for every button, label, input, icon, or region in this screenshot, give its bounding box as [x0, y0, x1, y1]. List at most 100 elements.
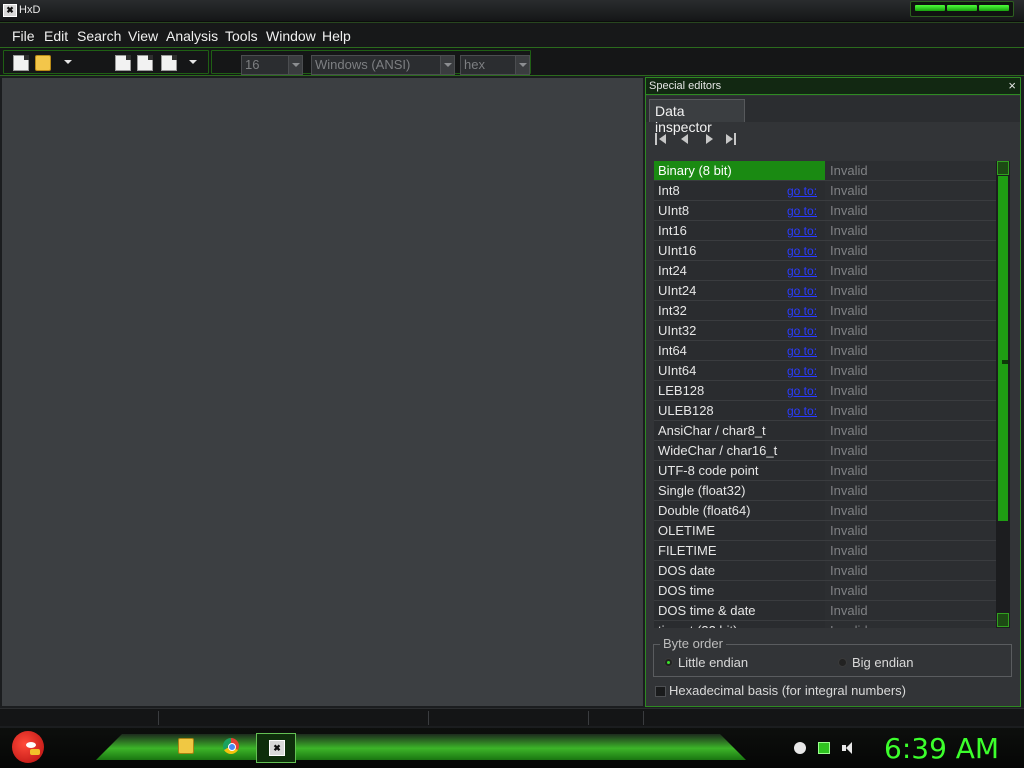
- inspector-row[interactable]: WideChar / char16_t Invalid: [654, 441, 996, 461]
- back-arrow-icon[interactable]: [794, 742, 806, 754]
- go-to-link[interactable]: go to:: [787, 404, 817, 418]
- inspector-row-value[interactable]: Invalid: [827, 461, 996, 480]
- inspector-row[interactable]: UInt64 go to: Invalid: [654, 361, 996, 381]
- scroll-thumb[interactable]: [998, 176, 1008, 521]
- menu-analysis[interactable]: Analysis: [166, 28, 218, 44]
- inspector-row-value[interactable]: Invalid: [827, 261, 996, 280]
- inspector-row-value[interactable]: Invalid: [827, 581, 996, 600]
- inspector-row-value[interactable]: Invalid: [827, 281, 996, 300]
- open-dropdown-arrow-icon[interactable]: [64, 60, 72, 64]
- go-to-link[interactable]: go to:: [787, 384, 817, 398]
- go-to-link[interactable]: go to:: [787, 244, 817, 258]
- taskbar-clock[interactable]: 6:39 AM: [884, 732, 999, 765]
- inspector-row-value[interactable]: Invalid: [827, 421, 996, 440]
- inspector-row[interactable]: UInt16 go to: Invalid: [654, 241, 996, 261]
- inspector-row-value[interactable]: Invalid: [827, 561, 996, 580]
- inspector-row[interactable]: ULEB128 go to: Invalid: [654, 401, 996, 421]
- inspector-row-value[interactable]: Invalid: [827, 501, 996, 520]
- inspector-row[interactable]: FILETIME Invalid: [654, 541, 996, 561]
- start-button[interactable]: [8, 729, 48, 766]
- inspector-row[interactable]: Int24 go to: Invalid: [654, 261, 996, 281]
- bytes-per-row-select[interactable]: 16: [241, 55, 303, 75]
- inspector-row-value[interactable]: Invalid: [827, 181, 996, 200]
- go-to-link[interactable]: go to:: [787, 204, 817, 218]
- inspector-row[interactable]: UInt8 go to: Invalid: [654, 201, 996, 221]
- chevron-down-icon[interactable]: [440, 56, 454, 74]
- inspector-row-value[interactable]: Invalid: [827, 241, 996, 260]
- inspector-row[interactable]: DOS time & date Invalid: [654, 601, 996, 621]
- inspector-row[interactable]: OLETIME Invalid: [654, 521, 996, 541]
- save-dropdown-arrow-icon[interactable]: [189, 60, 197, 64]
- inspector-row[interactable]: Binary (8 bit) Invalid: [654, 161, 996, 181]
- taskbar-hxd-button[interactable]: ✖: [256, 733, 296, 763]
- inspector-row-value[interactable]: Invalid: [827, 161, 996, 180]
- menu-tools[interactable]: Tools: [225, 28, 258, 44]
- last-icon[interactable]: [724, 132, 738, 146]
- window-controls[interactable]: [910, 1, 1014, 17]
- menu-edit[interactable]: Edit: [44, 28, 68, 44]
- inspector-row[interactable]: AnsiChar / char8_t Invalid: [654, 421, 996, 441]
- chrome-icon[interactable]: [223, 738, 239, 754]
- inspector-row[interactable]: LEB128 go to: Invalid: [654, 381, 996, 401]
- little-endian-radio[interactable]: [664, 658, 673, 667]
- scroll-up-icon[interactable]: [997, 161, 1009, 175]
- hxd-app-icon[interactable]: ✖: [3, 4, 17, 17]
- go-to-link[interactable]: go to:: [787, 224, 817, 238]
- go-to-link[interactable]: go to:: [787, 364, 817, 378]
- inspector-row[interactable]: UInt32 go to: Invalid: [654, 321, 996, 341]
- editor-work-area[interactable]: [2, 78, 643, 706]
- go-to-link[interactable]: go to:: [787, 344, 817, 358]
- inspector-row-value[interactable]: Invalid: [827, 481, 996, 500]
- chevron-down-icon[interactable]: [515, 56, 529, 74]
- offset-base-select[interactable]: hex: [460, 55, 530, 75]
- scroll-down-icon[interactable]: [997, 613, 1009, 627]
- menu-window[interactable]: Window: [266, 28, 316, 44]
- big-endian-radio[interactable]: [838, 658, 847, 667]
- inspector-row[interactable]: Single (float32) Invalid: [654, 481, 996, 501]
- menu-view[interactable]: View: [128, 28, 158, 44]
- previous-icon[interactable]: [678, 132, 692, 146]
- open-disk-icon[interactable]: [115, 55, 131, 71]
- open-file-icon[interactable]: [35, 55, 51, 71]
- network-icon[interactable]: [818, 742, 830, 754]
- inspector-row-value[interactable]: Invalid: [827, 381, 996, 400]
- close-icon[interactable]: ×: [1008, 78, 1016, 93]
- inspector-row[interactable]: UTF-8 code point Invalid: [654, 461, 996, 481]
- inspector-row-value[interactable]: Invalid: [827, 601, 996, 620]
- inspector-row-value[interactable]: Invalid: [827, 541, 996, 560]
- close-button[interactable]: [979, 5, 1009, 11]
- inspector-row-value[interactable]: Invalid: [827, 441, 996, 460]
- open-ram-icon[interactable]: [137, 55, 153, 71]
- menu-help[interactable]: Help: [322, 28, 351, 44]
- big-endian-label[interactable]: Big endian: [852, 655, 913, 670]
- go-to-link[interactable]: go to:: [787, 284, 817, 298]
- inspector-row-value[interactable]: Invalid: [827, 621, 996, 628]
- inspector-row-value[interactable]: Invalid: [827, 321, 996, 340]
- inspector-row-value[interactable]: Invalid: [827, 521, 996, 540]
- tab-data-inspector[interactable]: Data inspector: [649, 99, 745, 135]
- go-to-link[interactable]: go to:: [787, 304, 817, 318]
- encoding-select[interactable]: Windows (ANSI): [311, 55, 455, 75]
- inspector-row[interactable]: Int64 go to: Invalid: [654, 341, 996, 361]
- inspector-row[interactable]: DOS date Invalid: [654, 561, 996, 581]
- data-inspector-grid[interactable]: Binary (8 bit) Invalid Int8 go to: Invalid UI…: [654, 161, 996, 628]
- maximize-button[interactable]: [947, 5, 977, 11]
- save-icon[interactable]: [161, 55, 177, 71]
- minimize-button[interactable]: [915, 5, 945, 11]
- inspector-row-value[interactable]: Invalid: [827, 341, 996, 360]
- inspector-row-value[interactable]: Invalid: [827, 401, 996, 420]
- inspector-row[interactable]: DOS time Invalid: [654, 581, 996, 601]
- little-endian-label[interactable]: Little endian: [678, 655, 748, 670]
- menu-file[interactable]: File: [12, 28, 35, 44]
- inspector-row[interactable]: Int8 go to: Invalid: [654, 181, 996, 201]
- inspector-row-value[interactable]: Invalid: [827, 301, 996, 320]
- inspector-row-value[interactable]: Invalid: [827, 201, 996, 220]
- menu-search[interactable]: Search: [77, 28, 121, 44]
- inspector-row[interactable]: Double (float64) Invalid: [654, 501, 996, 521]
- hex-basis-checkbox[interactable]: [655, 686, 666, 697]
- go-to-link[interactable]: go to:: [787, 184, 817, 198]
- folder-icon[interactable]: [178, 738, 194, 754]
- go-to-link[interactable]: go to:: [787, 264, 817, 278]
- inspector-scrollbar[interactable]: [996, 161, 1010, 628]
- chevron-down-icon[interactable]: [288, 56, 302, 74]
